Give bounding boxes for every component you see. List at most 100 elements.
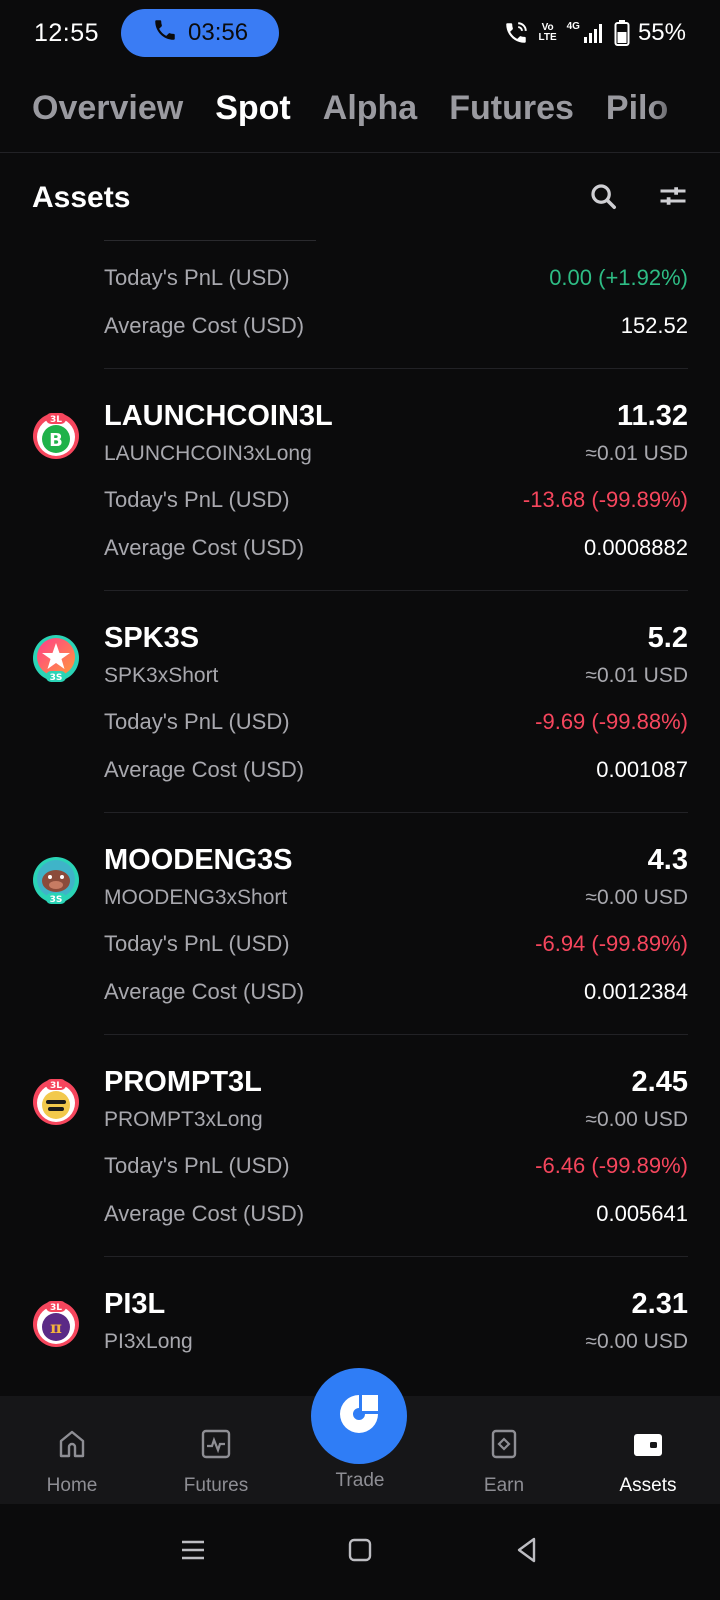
status-indicators: Vo LTE 4G 55% [503,19,686,47]
asset-symbol: PROMPT3L [104,1066,262,1098]
cost-label: Average Cost (USD) [104,313,305,338]
pnl-value: -6.46 (-99.89%) [535,1153,688,1178]
tabs-divider [0,152,720,153]
asset-amount: 2.45 [631,1066,688,1098]
filter-sliders-icon[interactable] [658,181,688,216]
assets-header: Assets [32,170,688,226]
pnl-label: Today's PnL (USD) [104,931,290,956]
cost-label: Average Cost (USD) [104,535,305,560]
back-icon[interactable] [512,1535,542,1570]
ongoing-call-pill[interactable]: 03:56 [121,9,280,57]
cost-value: 152.52 [620,313,688,338]
nav-label: Home [46,1475,98,1496]
cost-row: Average Cost (USD) 0.001087 [104,754,688,786]
asset-usd-value: ≈0.00 USD [585,886,688,909]
partial-cost-row: Average Cost (USD) 152.52 [104,310,688,342]
asset-usd-value: ≈0.01 USD [585,664,688,687]
asset-item-spk3s[interactable]: 3S SPK3S 5.2 SPK3xShort ≈0.01 USD Today'… [0,618,720,838]
spk-star-logo-icon: 3S [32,634,80,683]
tab-overview[interactable]: Overview [32,89,183,128]
pnl-label: Today's PnL (USD) [104,487,290,512]
asset-symbol: LAUNCHCOIN3L [104,400,333,432]
nav-label: Assets [619,1475,677,1496]
status-time: 12:55 [34,18,100,47]
tab-spot[interactable]: Spot [215,89,291,128]
svg-text:3L: 3L [50,1303,62,1313]
asset-amount: 11.32 [617,400,688,432]
home-icon [54,1426,90,1467]
pnl-label: Today's PnL (USD) [104,265,290,290]
earn-icon [486,1426,522,1467]
call-timer: 03:56 [188,19,249,46]
nav-home[interactable]: Home [0,1396,144,1504]
tab-futures[interactable]: Futures [449,89,574,128]
cost-label: Average Cost (USD) [104,757,305,782]
pnl-row: Today's PnL (USD) -9.69 (-99.88%) [104,706,688,738]
asset-name: PI3xLong [104,1330,193,1353]
svg-text:3L: 3L [50,415,62,425]
svg-text:B: B [49,430,63,451]
trade-button[interactable] [311,1368,407,1464]
cost-row: Average Cost (USD) 0.0008882 [104,532,688,564]
asset-symbol: PI3L [104,1288,166,1320]
nav-assets[interactable]: Assets [576,1396,720,1504]
divider [104,590,688,591]
top-tabs: Overview Spot Alpha Futures Pilo [32,80,720,136]
pnl-label: Today's PnL (USD) [104,1153,290,1178]
asset-usd-value: ≈0.00 USD [585,1330,688,1353]
recent-apps-icon[interactable] [178,1535,208,1570]
phone-icon [152,17,178,50]
svg-text:3S: 3S [50,895,63,904]
battery-icon [614,20,630,46]
trade-icon [332,1387,386,1446]
nav-label: Trade [335,1470,385,1491]
pnl-value: -9.69 (-99.88%) [535,709,688,734]
nav-label: Futures [183,1475,249,1496]
cost-value: 0.001087 [596,757,688,782]
asset-usd-value: ≈0.01 USD [585,442,688,465]
cost-value: 0.0012384 [584,979,688,1004]
asset-item-moodeng3s[interactable]: 3S MOODENG3S 4.3 MOODENG3xShort ≈0.00 US… [0,840,720,1060]
wifi-call-icon [503,20,529,46]
asset-symbol: SPK3S [104,622,200,654]
launchcoin-logo-icon: B 3L [32,412,80,460]
pnl-value: -13.68 (-99.89%) [522,487,688,512]
assets-title: Assets [32,181,131,214]
cost-value: 0.005641 [596,1201,688,1226]
tab-alpha[interactable]: Alpha [323,89,417,128]
volte-indicator: Vo LTE [538,22,557,43]
divider [104,1034,688,1035]
home-square-icon[interactable] [345,1535,375,1570]
asset-list[interactable]: Today's PnL (USD) 0.00 (+1.92%) Average … [0,240,720,1395]
asset-item-launchcoin3l[interactable]: B 3L LAUNCHCOIN3L 11.32 LAUNCHCOIN3xLong … [0,396,720,616]
nav-label: Earn [483,1475,525,1496]
nav-futures[interactable]: Futures [144,1396,288,1504]
asset-item-prompt3l[interactable]: 3L PROMPT3L 2.45 PROMPT3xLong ≈0.00 USD … [0,1062,720,1282]
asset-amount: 2.31 [631,1288,688,1320]
search-icon[interactable] [588,181,618,216]
moodeng-hippo-logo-icon: 3S [32,856,80,905]
nav-earn[interactable]: Earn [432,1396,576,1504]
cost-label: Average Cost (USD) [104,1201,305,1226]
asset-usd-value: ≈0.00 USD [585,1108,688,1131]
divider [104,368,688,369]
divider [104,812,688,813]
asset-name: LAUNCHCOIN3xLong [104,442,312,465]
signal-icon [583,23,606,43]
pnl-label: Today's PnL (USD) [104,709,290,734]
prompt-logo-icon: 3L [32,1078,80,1126]
asset-name: SPK3xShort [104,664,219,687]
asset-amount: 4.3 [647,844,688,876]
system-navigation-bar [0,1504,720,1600]
cost-label: Average Cost (USD) [104,979,305,1004]
svg-text:3S: 3S [50,673,63,682]
wallet-icon [630,1426,666,1467]
futures-chart-icon [198,1426,234,1467]
status-bar: 12:55 03:56 Vo LTE 4G 55% [0,0,720,66]
asset-name: PROMPT3xLong [104,1108,263,1131]
partial-pnl-row: Today's PnL (USD) 0.00 (+1.92%) [104,262,688,294]
asset-symbol: MOODENG3S [104,844,293,876]
svg-text:3L: 3L [50,1081,62,1091]
tab-fade-overlay [650,80,720,136]
asset-amount: 5.2 [647,622,688,654]
